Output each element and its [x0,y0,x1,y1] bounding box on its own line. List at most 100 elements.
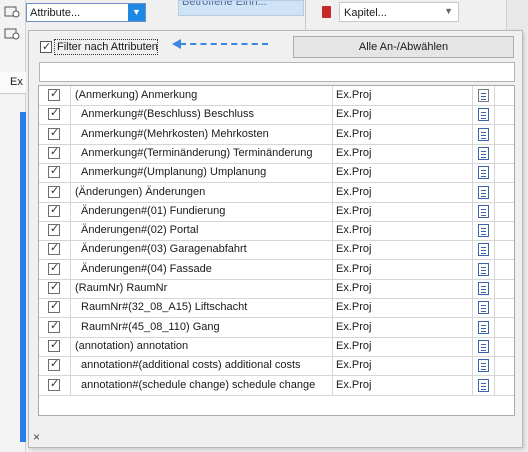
document-icon[interactable] [478,320,489,334]
row-checkbox[interactable]: ✓ [48,320,60,333]
table-row[interactable]: ✓ (RaumNr) RaumNr Ex.Proj [39,279,514,299]
table-row[interactable]: ✓ Anmerkung#(Mehrkosten) Mehrkosten Ex.Pro… [39,124,514,145]
row-checkbox[interactable]: ✓ [48,185,60,198]
row-details-cell[interactable] [473,317,495,337]
row-checkbox[interactable]: ✓ [48,146,60,159]
table-row[interactable]: ✓ Änderungen#(04) Fassade Ex.Proj [39,259,514,280]
row-check-cell[interactable]: ✓ [39,124,71,144]
header-check-cell[interactable]: ✓ [39,86,71,105]
row-details-cell[interactable] [473,143,495,163]
document-icon[interactable] [478,89,489,102]
document-icon[interactable] [478,204,489,218]
row-check-cell[interactable]: ✓ [39,221,71,241]
row-check-cell[interactable]: ✓ [39,336,71,356]
kapitel-combo[interactable]: Kapitel... ▼ [339,2,459,22]
document-icon[interactable] [478,166,489,180]
row-details-cell[interactable] [473,375,495,395]
table-row[interactable]: ✓ annotation#(schedule change) schedule c… [39,375,514,396]
row-details-cell[interactable] [473,163,495,183]
row-details-cell[interactable] [473,240,495,260]
table-row[interactable]: ✓ (Änderungen) Änderungen Ex.Proj [39,182,514,203]
row-checkbox[interactable]: ✓ [48,300,60,314]
row-check-cell[interactable]: ✓ [39,105,71,125]
row-checkbox[interactable]: ✓ [48,127,60,140]
row-details-cell[interactable] [473,201,495,221]
row-checkbox[interactable]: ✓ [48,223,60,237]
row-details-cell[interactable] [473,182,495,202]
table-row[interactable]: ✓ RaumNr#(45_08_110) Gang Ex.Proj [39,317,514,338]
row-checkbox[interactable]: ✓ [48,204,60,217]
row-details-cell[interactable] [473,356,495,376]
filter-label[interactable]: Filter nach Attributen [57,41,158,53]
close-icon[interactable]: × [33,430,40,444]
document-icon[interactable] [478,243,489,257]
table-row[interactable]: ✓ Anmerkung#(Umplanung) Umplanung Ex.Proj [39,163,514,184]
row-project: Ex.Proj [336,282,372,294]
row-check-cell[interactable]: ✓ [39,317,71,337]
document-icon[interactable] [478,262,489,276]
row-checkbox[interactable]: ✓ [48,107,60,121]
row-check-cell[interactable]: ✓ [39,279,71,298]
affected-units-listbox[interactable]: Betroffene Einh... [178,0,304,16]
row-checkbox[interactable]: ✓ [48,339,60,352]
row-checkbox[interactable]: ✓ [48,262,60,275]
checkmark-icon: ✓ [50,107,60,120]
row-proj-cell: Ex.Proj [333,279,473,298]
toggle-all-button[interactable]: Alle An-/Abwählen [293,36,514,58]
table-row[interactable]: ✓ annotation#(additional costs) additiona… [39,356,514,377]
row-details-cell[interactable] [473,259,495,279]
row-check-cell[interactable]: ✓ [39,375,71,395]
chevron-down-icon[interactable]: ▼ [128,4,145,21]
document-icon[interactable] [478,127,489,141]
table-row[interactable]: ✓ Anmerkung#(Beschluss) Beschluss Ex.Proj [39,105,514,126]
tool-icon[interactable] [4,6,20,18]
row-details-cell[interactable] [473,298,495,318]
row-check-cell[interactable]: ✓ [39,182,71,202]
row-check-cell[interactable]: ✓ [39,298,71,318]
header-details-cell[interactable] [473,86,495,105]
row-name: (annotation) annotation [75,339,189,352]
row-check-cell[interactable]: ✓ [39,259,71,279]
table-row[interactable]: ✓ Änderungen#(02) Portal Ex.Proj [39,221,514,242]
row-check-cell[interactable]: ✓ [39,356,71,376]
document-icon[interactable] [478,339,489,353]
table-row[interactable]: ✓ Änderungen#(03) Garagenabfahrt Ex.Proj [39,240,514,261]
row-check-cell[interactable]: ✓ [39,163,71,183]
document-icon[interactable] [478,359,489,373]
table-row[interactable]: ✓ RaumNr#(32_08_A15) Liftschacht Ex.Proj [39,298,514,319]
select-all-checkbox[interactable]: ✓ [48,88,60,101]
row-name: (RaumNr) RaumNr [75,282,168,294]
row-checkbox[interactable]: ✓ [48,281,60,294]
filter-tool-icon[interactable] [4,28,20,40]
table-row[interactable]: ✓ Anmerkung#(Terminänderung) Terminänderu… [39,143,514,164]
filter-checkbox[interactable]: ✓ [40,41,52,53]
row-details-cell[interactable] [473,124,495,144]
row-details-cell[interactable] [473,336,495,356]
table-row[interactable]: ✓ (annotation) annotation Ex.Proj [39,336,514,357]
row-details-cell[interactable] [473,221,495,241]
document-icon[interactable] [478,185,489,199]
document-icon[interactable] [478,301,489,315]
document-icon[interactable] [478,108,489,122]
attribute-combo[interactable]: Attribute... ▼ [26,3,146,22]
document-icon[interactable] [478,224,489,238]
row-checkbox[interactable]: ✓ [48,358,60,372]
row-checkbox[interactable]: ✓ [48,165,60,179]
row-check-cell[interactable]: ✓ [39,201,71,221]
row-details-cell[interactable] [473,105,495,125]
row-details-cell[interactable] [473,279,495,298]
document-icon[interactable] [478,146,489,160]
table-row[interactable]: ✓ Änderungen#(01) Fundierung Ex.Proj [39,201,514,222]
chevron-down-icon[interactable]: ▼ [444,6,453,16]
row-check-cell[interactable]: ✓ [39,143,71,163]
row-check-cell[interactable]: ✓ [39,240,71,260]
search-input[interactable] [39,62,515,82]
row-proj-cell: Ex.Proj [333,240,473,260]
row-checkbox[interactable]: ✓ [48,378,60,391]
row-proj-cell: Ex.Proj [333,143,473,163]
document-icon[interactable] [478,378,489,392]
row-proj-cell: Ex.Proj [333,105,473,125]
document-icon[interactable] [478,282,489,295]
row-checkbox[interactable]: ✓ [48,242,60,256]
tab-ex[interactable]: Ex [0,72,26,94]
